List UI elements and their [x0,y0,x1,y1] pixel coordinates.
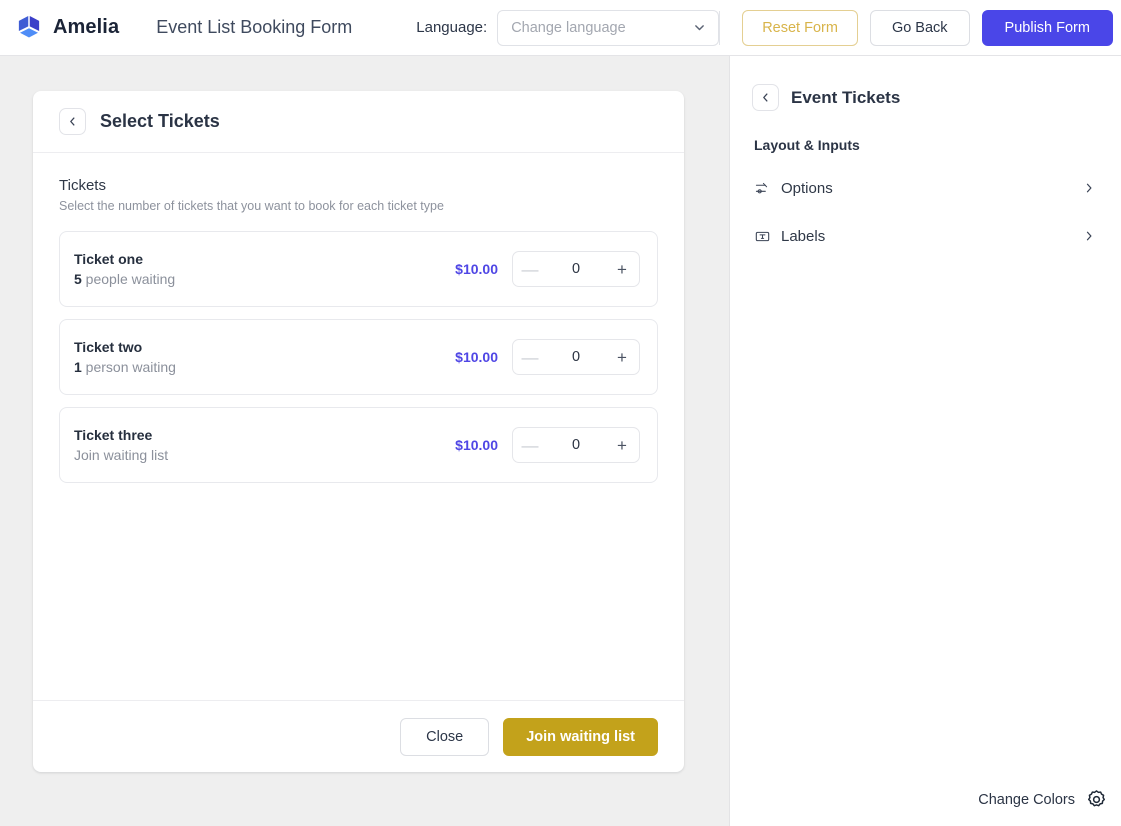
ticket-info: Ticket two 1 person waiting [74,339,455,375]
ticket-waiting-text: person waiting [81,359,176,375]
booking-form-preview: Select Tickets Tickets Select the number… [33,91,684,772]
chevron-left-icon [763,93,768,102]
sidebar-item-options[interactable]: Options [750,171,1101,205]
preview-pane: Select Tickets Tickets Select the number… [0,56,730,826]
quantity-stepper: — 0 + [512,251,640,287]
preview-header: Select Tickets [33,91,684,153]
ticket-list: Ticket one 5 people waiting $10.00 — 0 +… [59,231,658,483]
ticket-waiting-count: 1 [74,359,82,375]
join-waiting-list-button[interactable]: Join waiting list [503,717,658,756]
increment-button[interactable]: + [605,340,639,374]
language-label: Language: [416,19,488,36]
brand-name: Amelia [53,16,120,38]
sidebar-item-labels[interactable]: Labels [750,219,1101,253]
ticket-price: $10.00 [455,261,498,277]
ticket-waiting-text: people waiting [81,271,176,287]
language-select[interactable]: Change language [497,9,720,46]
decrement-button[interactable]: — [513,428,547,462]
settings-group-label: Layout & Inputs [754,137,860,153]
ticket-waiting-status: Join waiting list [74,447,455,463]
settings-back-button[interactable] [752,84,779,111]
ticket-name: Ticket two [74,339,143,355]
ticket-waiting-status: 1 person waiting [74,359,455,375]
table-row: Ticket three Join waiting list $10.00 — … [59,407,658,483]
tickets-section-title: Tickets [59,177,106,194]
workspace: Select Tickets Tickets Select the number… [0,56,1121,826]
ticket-info: Ticket one 5 people waiting [74,251,455,287]
decrement-button[interactable]: — [513,252,547,286]
publish-form-button[interactable]: Publish Form [981,9,1113,46]
quantity-stepper: — 0 + [512,339,640,375]
chevron-right-icon [1086,183,1092,193]
change-colors-label: Change Colors [978,791,1075,808]
text-box-icon [754,228,770,244]
preview-title: Select Tickets [100,111,220,131]
chevron-right-icon [1086,231,1092,241]
language-select-value: Change language [511,19,626,36]
decrement-button[interactable]: — [513,340,547,374]
table-row: Ticket two 1 person waiting $10.00 — 0 + [59,319,658,395]
reset-form-button[interactable]: Reset Form [742,9,858,46]
go-back-button[interactable]: Go Back [869,9,970,46]
close-button[interactable]: Close [400,717,490,756]
sliders-icon [754,180,770,196]
increment-button[interactable]: + [605,428,639,462]
ticket-waiting-count: 5 [74,271,82,287]
preview-body: Tickets Select the number of tickets tha… [33,153,684,700]
header-actions: Reset Form Go Back Publish Form [719,9,1113,46]
quantity-value: 0 [571,349,581,365]
brand: Amelia [14,13,137,43]
ticket-waiting-status: 5 people waiting [74,271,455,287]
preview-footer: Close Join waiting list [33,700,684,772]
header-divider-2 [719,10,721,45]
ticket-info: Ticket three Join waiting list [74,427,455,463]
sidebar-item-label: Options [781,179,833,197]
settings-header: Event Tickets [750,84,1101,111]
quantity-value: 0 [571,261,581,277]
ticket-name: Ticket one [74,251,143,267]
language-selector-group: Language: Change language [416,9,720,46]
preview-back-button[interactable] [59,108,86,135]
quantity-stepper: — 0 + [512,427,640,463]
ticket-name: Ticket three [74,427,153,443]
table-row: Ticket one 5 people waiting $10.00 — 0 + [59,231,658,307]
quantity-value: 0 [571,437,581,453]
gear-icon [1087,790,1106,807]
settings-pane: Event Tickets Layout & Inputs Options La… [730,56,1121,826]
change-colors-button[interactable]: Change Colors [978,789,1107,810]
chevron-down-icon [695,25,705,31]
app-header: Amelia Event List Booking Form Language:… [0,0,1121,56]
ticket-price: $10.00 [455,349,498,365]
increment-button[interactable]: + [605,252,639,286]
amelia-cube-logo-icon [18,15,40,37]
tickets-section-subtitle: Select the number of tickets that you wa… [59,199,444,213]
form-title: Event List Booking Form [156,17,353,37]
sidebar-item-label: Labels [781,227,826,245]
chevron-left-icon [70,117,75,126]
ticket-price: $10.00 [455,437,498,453]
settings-title: Event Tickets [791,87,901,107]
ticket-waiting-text: Join waiting list [74,447,169,463]
